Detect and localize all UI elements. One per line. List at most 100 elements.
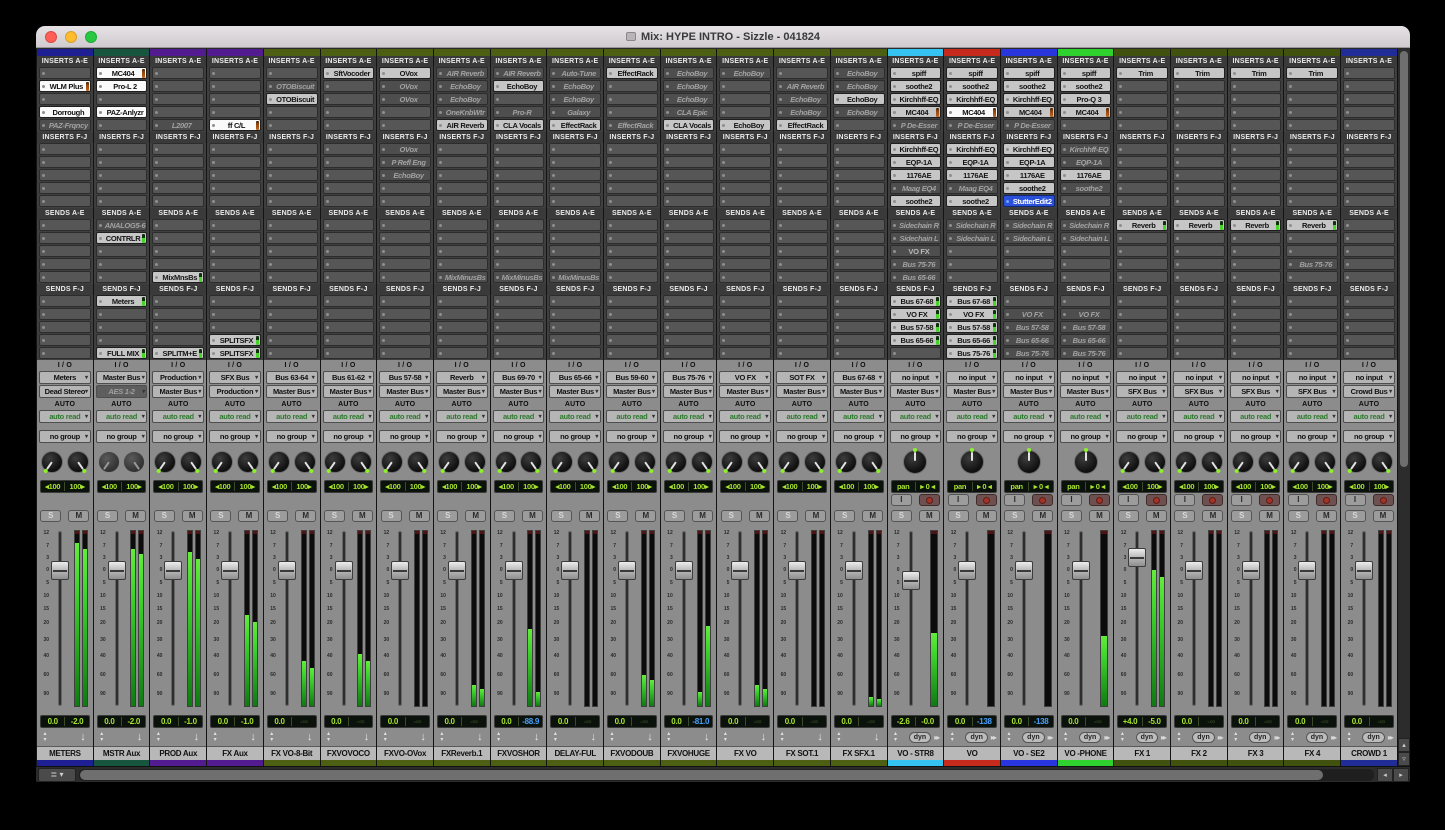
fader-cap[interactable] bbox=[1298, 561, 1316, 580]
send-slot[interactable] bbox=[833, 245, 885, 257]
insert-slot[interactable] bbox=[323, 143, 375, 155]
send-bypass-dot[interactable] bbox=[212, 263, 215, 266]
send-slot[interactable] bbox=[266, 295, 318, 307]
group-assignment-button[interactable]: no group▾ bbox=[493, 430, 545, 443]
send-bypass-dot[interactable] bbox=[666, 224, 669, 227]
insert-bypass-dot[interactable] bbox=[722, 187, 725, 190]
automation-mode-button[interactable]: auto read▾ bbox=[663, 410, 715, 423]
send-slot[interactable] bbox=[152, 295, 204, 307]
send-slot[interactable] bbox=[663, 219, 715, 231]
send-bypass-dot[interactable] bbox=[1346, 300, 1349, 303]
send-bypass-dot[interactable] bbox=[99, 339, 102, 342]
send-bypass-dot[interactable] bbox=[42, 326, 45, 329]
insert-slot[interactable]: P De-Esser bbox=[890, 119, 942, 131]
fader-track[interactable] bbox=[512, 531, 516, 706]
insert-slot[interactable]: AIR Reverb bbox=[436, 67, 488, 79]
send-slot[interactable] bbox=[1116, 308, 1168, 320]
insert-slot[interactable]: Galaxy bbox=[549, 106, 601, 118]
pan-display[interactable]: ◂100100▸ bbox=[1117, 480, 1167, 493]
send-slot[interactable] bbox=[266, 347, 318, 359]
insert-bypass-dot[interactable] bbox=[893, 85, 896, 88]
send-bypass-dot[interactable] bbox=[779, 300, 782, 303]
send-slot[interactable] bbox=[719, 258, 771, 270]
fader-cap[interactable] bbox=[958, 561, 976, 580]
dyn-button[interactable]: dyn bbox=[965, 732, 987, 743]
send-bypass-dot[interactable] bbox=[1119, 263, 1122, 266]
insert-slot[interactable] bbox=[96, 182, 148, 194]
send-slot[interactable] bbox=[776, 258, 828, 270]
send-slot[interactable]: Bus 75-76 bbox=[1286, 258, 1338, 270]
insert-bypass-dot[interactable] bbox=[779, 187, 782, 190]
vertical-scrollbar[interactable]: ▴ ▿ bbox=[1397, 49, 1410, 766]
pan-knob-right[interactable] bbox=[294, 451, 316, 473]
send-bypass-dot[interactable] bbox=[1119, 237, 1122, 240]
group-assignment-button[interactable]: no group▾ bbox=[549, 430, 601, 443]
send-slot[interactable] bbox=[39, 232, 91, 244]
insert-slot[interactable] bbox=[266, 195, 318, 207]
send-bypass-dot[interactable] bbox=[42, 352, 45, 355]
input-path-button[interactable]: no input▾ bbox=[1230, 371, 1282, 384]
insert-slot[interactable]: Auto-Tune bbox=[549, 67, 601, 79]
send-bypass-dot[interactable] bbox=[666, 326, 669, 329]
send-slot[interactable] bbox=[209, 295, 261, 307]
track-name[interactable]: FX 2 bbox=[1171, 746, 1227, 760]
output-window-icon[interactable]: ↓ bbox=[647, 731, 653, 743]
send-bypass-dot[interactable] bbox=[1233, 250, 1236, 253]
solo-button[interactable]: S bbox=[97, 510, 118, 522]
insert-slot[interactable] bbox=[1230, 106, 1282, 118]
send-slot[interactable]: VO FX bbox=[946, 308, 998, 320]
insert-slot[interactable]: Kirchhff-EQ bbox=[890, 93, 942, 105]
input-path-button[interactable]: Bus 69-70▾ bbox=[493, 371, 545, 384]
insert-slot[interactable] bbox=[379, 182, 431, 194]
insert-slot[interactable] bbox=[323, 93, 375, 105]
dyn-graph-icon[interactable]: ▸▸ bbox=[1388, 733, 1392, 742]
insert-slot[interactable] bbox=[209, 143, 261, 155]
volume-display[interactable]: 0.0-∞ bbox=[777, 715, 827, 728]
automation-mode-button[interactable]: auto read▾ bbox=[266, 410, 318, 423]
fader-cap[interactable] bbox=[391, 561, 409, 580]
solo-button[interactable]: S bbox=[154, 510, 175, 522]
volume-nudge-spinner[interactable]: ▴▾ bbox=[1232, 731, 1240, 743]
input-path-button[interactable]: no input▾ bbox=[946, 371, 998, 384]
send-bypass-dot[interactable] bbox=[155, 237, 158, 240]
insert-slot[interactable]: EchoBoy bbox=[549, 93, 601, 105]
pan-knob[interactable] bbox=[1074, 450, 1098, 474]
insert-bypass-dot[interactable] bbox=[212, 174, 215, 177]
send-slot[interactable] bbox=[833, 347, 885, 359]
clip-led[interactable] bbox=[1217, 531, 1221, 534]
send-slot[interactable] bbox=[1173, 308, 1225, 320]
send-bypass-dot[interactable] bbox=[155, 326, 158, 329]
send-slot[interactable] bbox=[1343, 258, 1395, 270]
insert-slot[interactable] bbox=[663, 182, 715, 194]
dyn-button[interactable]: dyn bbox=[1136, 732, 1158, 743]
insert-slot[interactable] bbox=[266, 106, 318, 118]
fader-track[interactable] bbox=[228, 531, 232, 706]
insert-bypass-dot[interactable] bbox=[1063, 161, 1066, 164]
send-bypass-dot[interactable] bbox=[99, 313, 102, 316]
volume-nudge-spinner[interactable]: ▴▾ bbox=[268, 731, 276, 743]
send-slot[interactable]: Sidechain R bbox=[1003, 219, 1055, 231]
send-bypass-dot[interactable] bbox=[269, 300, 272, 303]
send-slot[interactable] bbox=[266, 258, 318, 270]
send-bypass-dot[interactable] bbox=[666, 263, 669, 266]
insert-bypass-dot[interactable] bbox=[722, 85, 725, 88]
send-bypass-dot[interactable] bbox=[722, 237, 725, 240]
insert-bypass-dot[interactable] bbox=[949, 98, 952, 101]
mute-button[interactable]: M bbox=[352, 510, 373, 522]
insert-bypass-dot[interactable] bbox=[326, 148, 329, 151]
record-enable-button[interactable] bbox=[1202, 494, 1223, 506]
send-slot[interactable] bbox=[719, 321, 771, 333]
send-bypass-dot[interactable] bbox=[382, 224, 385, 227]
insert-slot[interactable]: CLA Epic bbox=[663, 106, 715, 118]
automation-mode-button[interactable]: auto read▾ bbox=[379, 410, 431, 423]
insert-slot[interactable] bbox=[1343, 67, 1395, 79]
insert-slot[interactable]: P De-Esser bbox=[1003, 119, 1055, 131]
insert-slot[interactable] bbox=[152, 67, 204, 79]
send-bypass-dot[interactable] bbox=[42, 276, 45, 279]
insert-bypass-dot[interactable] bbox=[99, 124, 102, 127]
send-slot[interactable] bbox=[1003, 245, 1055, 257]
send-slot[interactable] bbox=[266, 271, 318, 283]
track-name[interactable]: MSTR Aux bbox=[94, 746, 150, 760]
insert-slot[interactable]: EchoBoy bbox=[493, 80, 545, 92]
insert-slot[interactable] bbox=[1230, 169, 1282, 181]
